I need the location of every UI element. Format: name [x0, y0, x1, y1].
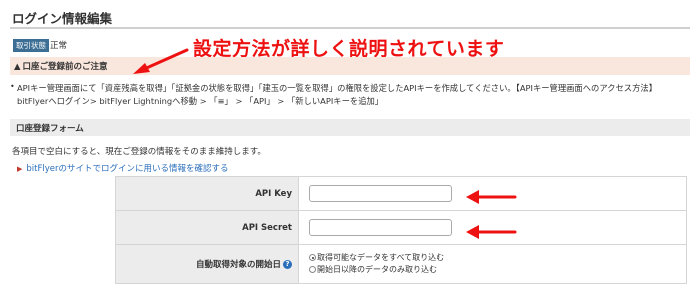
- radio-button-unchecked[interactable]: [309, 266, 316, 273]
- caution-header: ▲ 口座ご登録前のご注意: [10, 57, 690, 75]
- api-key-input[interactable]: [309, 185, 452, 202]
- radio-option-all[interactable]: 取得可能なデータをすべて取り込む: [309, 252, 686, 264]
- login-form-table: API Key API Secret 自動取得対象の開始日? 取得可能なデータを…: [115, 176, 687, 284]
- radio-option-after-start[interactable]: 開始日以降のデータのみ取り込む: [309, 264, 686, 276]
- form-section-header: 口座登録フォーム: [10, 119, 690, 136]
- api-key-label: API Key: [115, 176, 299, 211]
- start-date-label: 自動取得対象の開始日: [195, 260, 281, 270]
- triangle-right-icon: ▶: [17, 165, 23, 173]
- api-key-cell: [298, 176, 687, 211]
- start-date-row: 自動取得対象の開始日? 取得可能なデータをすべて取り込む 開始日以降のデータのみ…: [115, 244, 687, 284]
- bitflyer-info-link-row[interactable]: ▶ bitFlyerのサイトでログインに用いる情報を確認する: [17, 162, 229, 174]
- form-section-title: 口座登録フォーム: [16, 124, 84, 134]
- start-date-options: 取得可能なデータをすべて取り込む 開始日以降のデータのみ取り込む: [298, 244, 687, 284]
- status-value: 正常: [50, 41, 68, 51]
- radio-label-after-start: 開始日以降のデータのみ取り込む: [317, 265, 437, 274]
- api-secret-input[interactable]: [309, 219, 452, 236]
- form-description: 各項目で空白にすると、現在ご登録の情報をそのまま維持します。: [12, 147, 266, 157]
- api-key-row: API Key: [115, 176, 687, 211]
- radio-button-checked[interactable]: [309, 254, 316, 261]
- bitflyer-info-link[interactable]: bitFlyerのサイトでログインに用いる情報を確認する: [26, 164, 228, 174]
- api-secret-label: API Secret: [115, 210, 299, 245]
- radio-label-all: 取得可能なデータをすべて取り込む: [317, 253, 445, 262]
- bullet-icon: •: [10, 82, 15, 91]
- warning-icon: ▲: [14, 62, 21, 72]
- start-date-label-cell: 自動取得対象の開始日?: [115, 244, 299, 284]
- page-title: ログイン情報編集: [12, 11, 113, 26]
- title-divider: [10, 27, 690, 29]
- api-secret-cell: [298, 210, 687, 245]
- caution-title-row: ▲ 口座ご登録前のご注意: [14, 60, 108, 72]
- api-secret-row: API Secret: [115, 210, 687, 245]
- help-icon[interactable]: ?: [283, 260, 292, 269]
- caution-text: APIキー管理画面にて「資産残高を取得」「証拠金の状態を取得」「建玉の一覧を取得…: [17, 83, 657, 106]
- status-badge: 取引状態: [13, 39, 49, 52]
- caution-title: 口座ご登録前のご注意: [22, 62, 108, 72]
